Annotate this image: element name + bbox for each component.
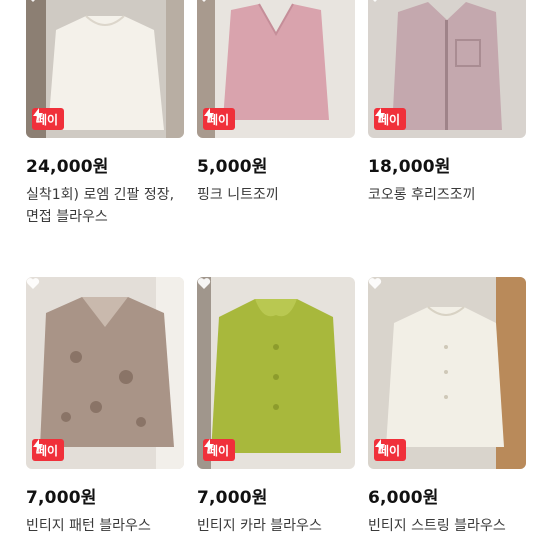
heart-icon[interactable]	[368, 277, 382, 290]
product-price: 18,000원	[368, 157, 451, 177]
product-price: 5,000원	[197, 157, 268, 177]
pay-badge: 페이	[32, 108, 65, 130]
heart-icon[interactable]	[197, 0, 211, 3]
product-image[interactable]: 페이	[197, 0, 355, 138]
product-title[interactable]: 핑크 니트조끼	[197, 184, 355, 206]
product-price: 7,000원	[197, 488, 268, 508]
product-image[interactable]: 페이	[368, 277, 526, 469]
pay-badge: 페이	[203, 439, 236, 461]
product-title[interactable]: 빈티지 카라 블라우스	[197, 515, 355, 537]
pay-badge: 페이	[374, 108, 407, 130]
product-card[interactable]: 페이 7,000원 빈티지 패턴 블라우스	[26, 277, 184, 537]
heart-icon[interactable]	[26, 0, 40, 3]
pay-badge: 페이	[203, 108, 236, 130]
product-image[interactable]: 페이	[197, 277, 355, 469]
heart-icon[interactable]	[197, 277, 211, 290]
product-price: 6,000원	[368, 488, 439, 508]
product-image[interactable]: 페이	[26, 277, 184, 469]
pay-badge: 페이	[32, 439, 65, 461]
pay-badge: 페이	[374, 439, 407, 461]
product-price: 7,000원	[26, 488, 97, 508]
product-title[interactable]: 코오롱 후리즈조끼	[368, 184, 526, 206]
product-card[interactable]: 페이 18,000원 코오롱 후리즈조끼	[368, 0, 526, 206]
lightning-bolt-icon	[33, 108, 43, 122]
product-image[interactable]: 페이	[26, 0, 184, 138]
product-title[interactable]: 실착1회) 로엠 긴팔 정장, 면접 블라우스	[26, 184, 184, 228]
product-card[interactable]: 페이 24,000원 실착1회) 로엠 긴팔 정장, 면접 블라우스	[26, 0, 184, 228]
product-image[interactable]: 페이	[368, 0, 526, 138]
product-card[interactable]: 페이 6,000원 빈티지 스트링 블라우스	[368, 277, 526, 537]
lightning-bolt-icon	[204, 439, 214, 453]
lightning-bolt-icon	[33, 439, 43, 453]
product-title[interactable]: 빈티지 스트링 블라우스	[368, 515, 526, 537]
product-card[interactable]: 페이 7,000원 빈티지 카라 블라우스	[197, 277, 355, 537]
lightning-bolt-icon	[204, 108, 214, 122]
lightning-bolt-icon	[375, 439, 385, 453]
product-card[interactable]: 페이 5,000원 핑크 니트조끼	[197, 0, 355, 206]
product-title[interactable]: 빈티지 패턴 블라우스	[26, 515, 184, 537]
product-price: 24,000원	[26, 157, 109, 177]
heart-icon[interactable]	[368, 0, 382, 3]
heart-icon[interactable]	[26, 277, 40, 290]
lightning-bolt-icon	[375, 108, 385, 122]
